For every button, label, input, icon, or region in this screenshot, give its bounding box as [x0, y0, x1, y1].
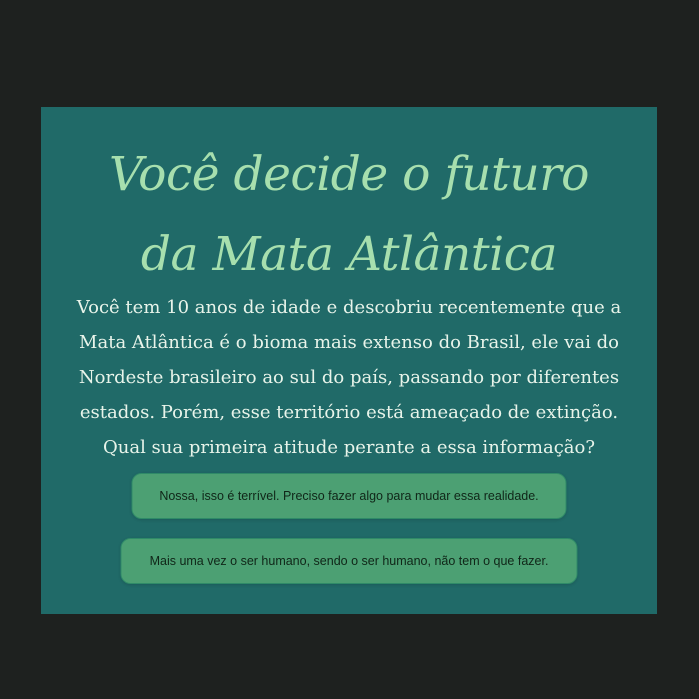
page-title: Você decide o futuro da Mata Atlântica [109, 147, 589, 282]
choice-button-act[interactable]: Nossa, isso é terrível. Preciso fazer al… [131, 473, 567, 519]
story-card: Você decide o futuro da Mata Atlântica V… [41, 107, 657, 614]
story-text: Você tem 10 anos de idade e descobriu re… [76, 297, 622, 458]
choice-button-give-up[interactable]: Mais uma vez o ser humano, sendo o ser h… [120, 538, 578, 584]
